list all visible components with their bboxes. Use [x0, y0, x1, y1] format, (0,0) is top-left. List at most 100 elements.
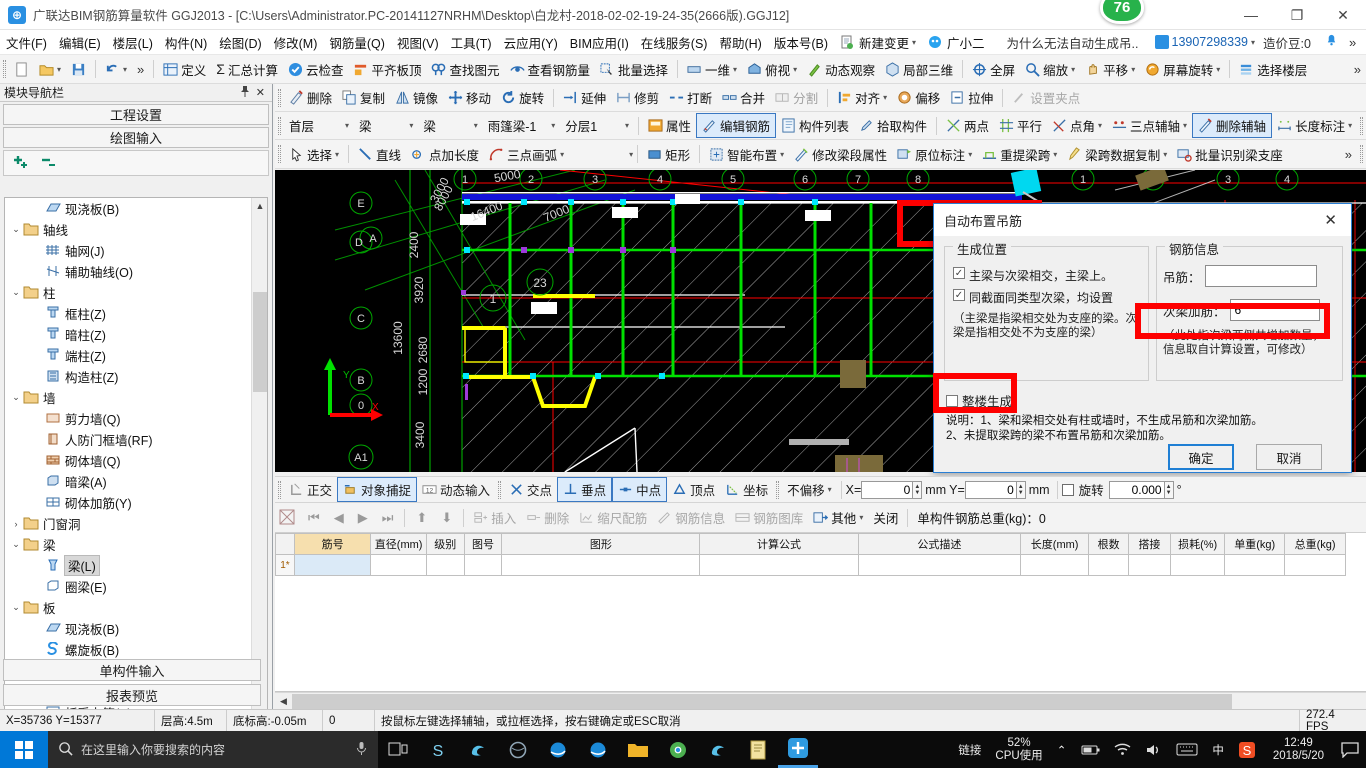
menu-floor[interactable]: 楼层(L) — [107, 30, 159, 55]
sogou-ime-icon[interactable]: S — [1231, 731, 1263, 768]
two-point-axis-button[interactable]: 两点 — [941, 114, 994, 137]
y-offset-spinner[interactable]: ▲ ▼ — [1016, 480, 1026, 499]
link-label[interactable]: 链接 — [951, 731, 988, 768]
taskbar-ggj-active-icon[interactable] — [778, 731, 818, 768]
microphone-icon[interactable] — [355, 741, 368, 759]
toolbar-grip[interactable] — [776, 480, 780, 499]
cell-loss[interactable] — [1169, 554, 1226, 576]
tree-item-20[interactable]: 现浇板(B) — [5, 618, 253, 639]
floor-selector[interactable]: 首层 ▾ — [284, 114, 354, 137]
tree-item-4[interactable]: ⌄ 柱 — [5, 282, 253, 303]
fullscreen-button[interactable]: 全屏 — [967, 58, 1020, 81]
toolbar-overflow-2[interactable]: » — [1349, 62, 1366, 77]
whole-floor-checkbox-icon[interactable] — [946, 394, 958, 407]
extend-button[interactable]: 延伸 — [558, 86, 611, 109]
cell-length[interactable] — [1020, 554, 1090, 576]
tree-expander-icon[interactable]: ⌄ — [9, 287, 23, 298]
component-list-button[interactable]: 构件列表 — [776, 114, 854, 137]
tree-item-13[interactable]: 暗梁(A) — [5, 471, 253, 492]
th-diameter[interactable]: 直径(mm) — [370, 533, 427, 555]
toolbar-grip[interactable] — [278, 88, 281, 107]
zoom-button[interactable]: 缩放 ▾ — [1020, 58, 1080, 81]
chevron-down-icon[interactable]: ▾ — [859, 513, 863, 522]
align-slab-top-button[interactable]: 平齐板顶 — [348, 58, 426, 81]
checkbox-row-same-section[interactable]: ✓ 同截面同类型次梁，均设置 — [953, 289, 1140, 306]
cancel-button[interactable]: 取消 — [1256, 444, 1322, 470]
close-panel-icon[interactable]: ✕ — [253, 86, 268, 99]
cell-formula-desc[interactable] — [857, 554, 1022, 576]
battery-icon[interactable] — [1073, 731, 1107, 768]
cpu-usage-widget[interactable]: 52% CPU使用 — [988, 731, 1049, 768]
save-button[interactable] — [66, 60, 91, 79]
properties-button[interactable]: 属性 — [643, 114, 696, 137]
local-3d-button[interactable]: 局部三维 — [880, 58, 958, 81]
split-button[interactable]: 分割 — [770, 86, 823, 109]
open-file-button[interactable]: ▾ — [34, 60, 66, 79]
rotate-spinner[interactable]: ▲ ▼ — [1164, 480, 1174, 499]
th-length[interactable]: 长度(mm) — [1020, 533, 1090, 555]
tree-item-12[interactable]: 砌体墙(Q) — [5, 450, 253, 471]
ime-indicator[interactable]: 中 — [1205, 731, 1231, 768]
maximize-button[interactable]: ❐ — [1274, 0, 1320, 30]
insert-row-button[interactable]: 插入 — [468, 506, 521, 529]
define-button[interactable]: 定义 — [158, 58, 211, 81]
cell-figure[interactable] — [501, 554, 701, 576]
pin-icon[interactable] — [237, 85, 253, 100]
chevron-down-icon[interactable]: ▾ — [1071, 65, 1075, 74]
rectangle-tool-button[interactable]: 矩形 — [642, 143, 695, 166]
set-grip-button[interactable]: 设置夹点 — [1007, 86, 1085, 109]
cell-lap[interactable] — [1127, 554, 1171, 576]
align-button[interactable]: 对齐 ▾ — [832, 86, 892, 109]
prev-record-icon[interactable]: ◀ — [327, 510, 351, 526]
chevron-down-icon[interactable]: ▾ — [474, 121, 478, 130]
checkbox-row-main-secondary[interactable]: ✓ 主梁与次梁相交，主梁上。 — [953, 267, 1140, 284]
report-preview-button[interactable]: 报表预览 — [3, 684, 261, 706]
table-row[interactable]: 1* — [275, 554, 1346, 576]
new-change-button[interactable]: 新建变更 ▾ — [834, 30, 922, 55]
three-point-arc-button[interactable]: 三点画弧 ▾ — [484, 143, 569, 166]
cell-formula[interactable] — [699, 554, 859, 576]
select-tool-button[interactable]: 选择 ▾ — [284, 143, 344, 166]
screen-rotate-button[interactable]: 屏幕旋转 ▾ — [1140, 58, 1225, 81]
taskbar-edge-icon[interactable] — [458, 731, 498, 768]
cell-grade[interactable] — [425, 554, 465, 576]
smart-layout-button[interactable]: 智能布置 ▾ — [704, 143, 789, 166]
edit-rebar-button[interactable]: 编辑钢筋 — [695, 113, 776, 138]
tree-item-5[interactable]: 框柱(Z) — [5, 303, 253, 324]
scroll-track[interactable] — [292, 693, 1366, 709]
stretch-button[interactable]: 拉伸 — [945, 86, 998, 109]
checkbox-main-secondary-icon[interactable]: ✓ — [953, 267, 965, 279]
tree-expander-icon[interactable]: › — [9, 519, 23, 529]
chevron-down-icon[interactable]: ▾ — [780, 150, 784, 159]
tree-item-6[interactable]: 暗柱(Z) — [5, 324, 253, 345]
menu-version[interactable]: 版本号(B) — [768, 30, 834, 55]
length-dimension-button[interactable]: 长度标注 ▾ — [1272, 114, 1357, 137]
snap-vertex[interactable]: 顶点 — [667, 478, 720, 501]
view-rebar-qty-button[interactable]: 查看钢筋量 — [505, 58, 596, 81]
line-tool-button[interactable]: 直线 — [353, 143, 406, 166]
th-rebar-no[interactable]: 筋号 — [293, 533, 372, 555]
x-offset-spinner[interactable]: ▲ ▼ — [913, 480, 923, 499]
th-formula[interactable]: 计算公式 — [699, 533, 859, 555]
whole-floor-checkbox-row[interactable]: 整楼生成 — [946, 391, 1012, 410]
summary-calc-button[interactable]: Σ 汇总计算 — [211, 58, 283, 81]
chevron-down-icon[interactable]: ▾ — [409, 121, 413, 130]
close-rebar-button[interactable]: 关闭 — [868, 506, 903, 529]
tree-item-1[interactable]: ⌄ 轴线 — [5, 219, 253, 240]
tree-expander-icon[interactable]: ⌄ — [9, 224, 23, 235]
taskbar-browser2-icon[interactable] — [498, 731, 538, 768]
toolbar-overflow-1[interactable]: » — [132, 62, 149, 77]
th-unit-weight[interactable]: 单重(kg) — [1224, 533, 1286, 555]
scroll-thumb[interactable] — [292, 693, 1232, 709]
chevron-down-icon[interactable]: ▾ — [793, 65, 797, 74]
assistant-button[interactable]: 广小二 — [922, 30, 991, 55]
tree-item-9[interactable]: ⌄ 墙 — [5, 387, 253, 408]
scroll-thumb[interactable] — [253, 292, 267, 392]
rotate-button[interactable]: 旋转 — [496, 86, 549, 109]
project-settings-button[interactable]: 工程设置 — [3, 104, 269, 125]
account-area[interactable]: 13907298339 ▾ — [1154, 35, 1255, 49]
next-record-icon[interactable]: ▶ — [351, 510, 375, 526]
cell-diameter[interactable] — [370, 554, 427, 576]
rebar-table[interactable]: 筋号 直径(mm) 级别 图号 图形 计算公式 公式描述 长度(mm) 根数 搭… — [275, 533, 1366, 692]
chevron-down-icon[interactable]: ▾ — [1131, 65, 1135, 74]
